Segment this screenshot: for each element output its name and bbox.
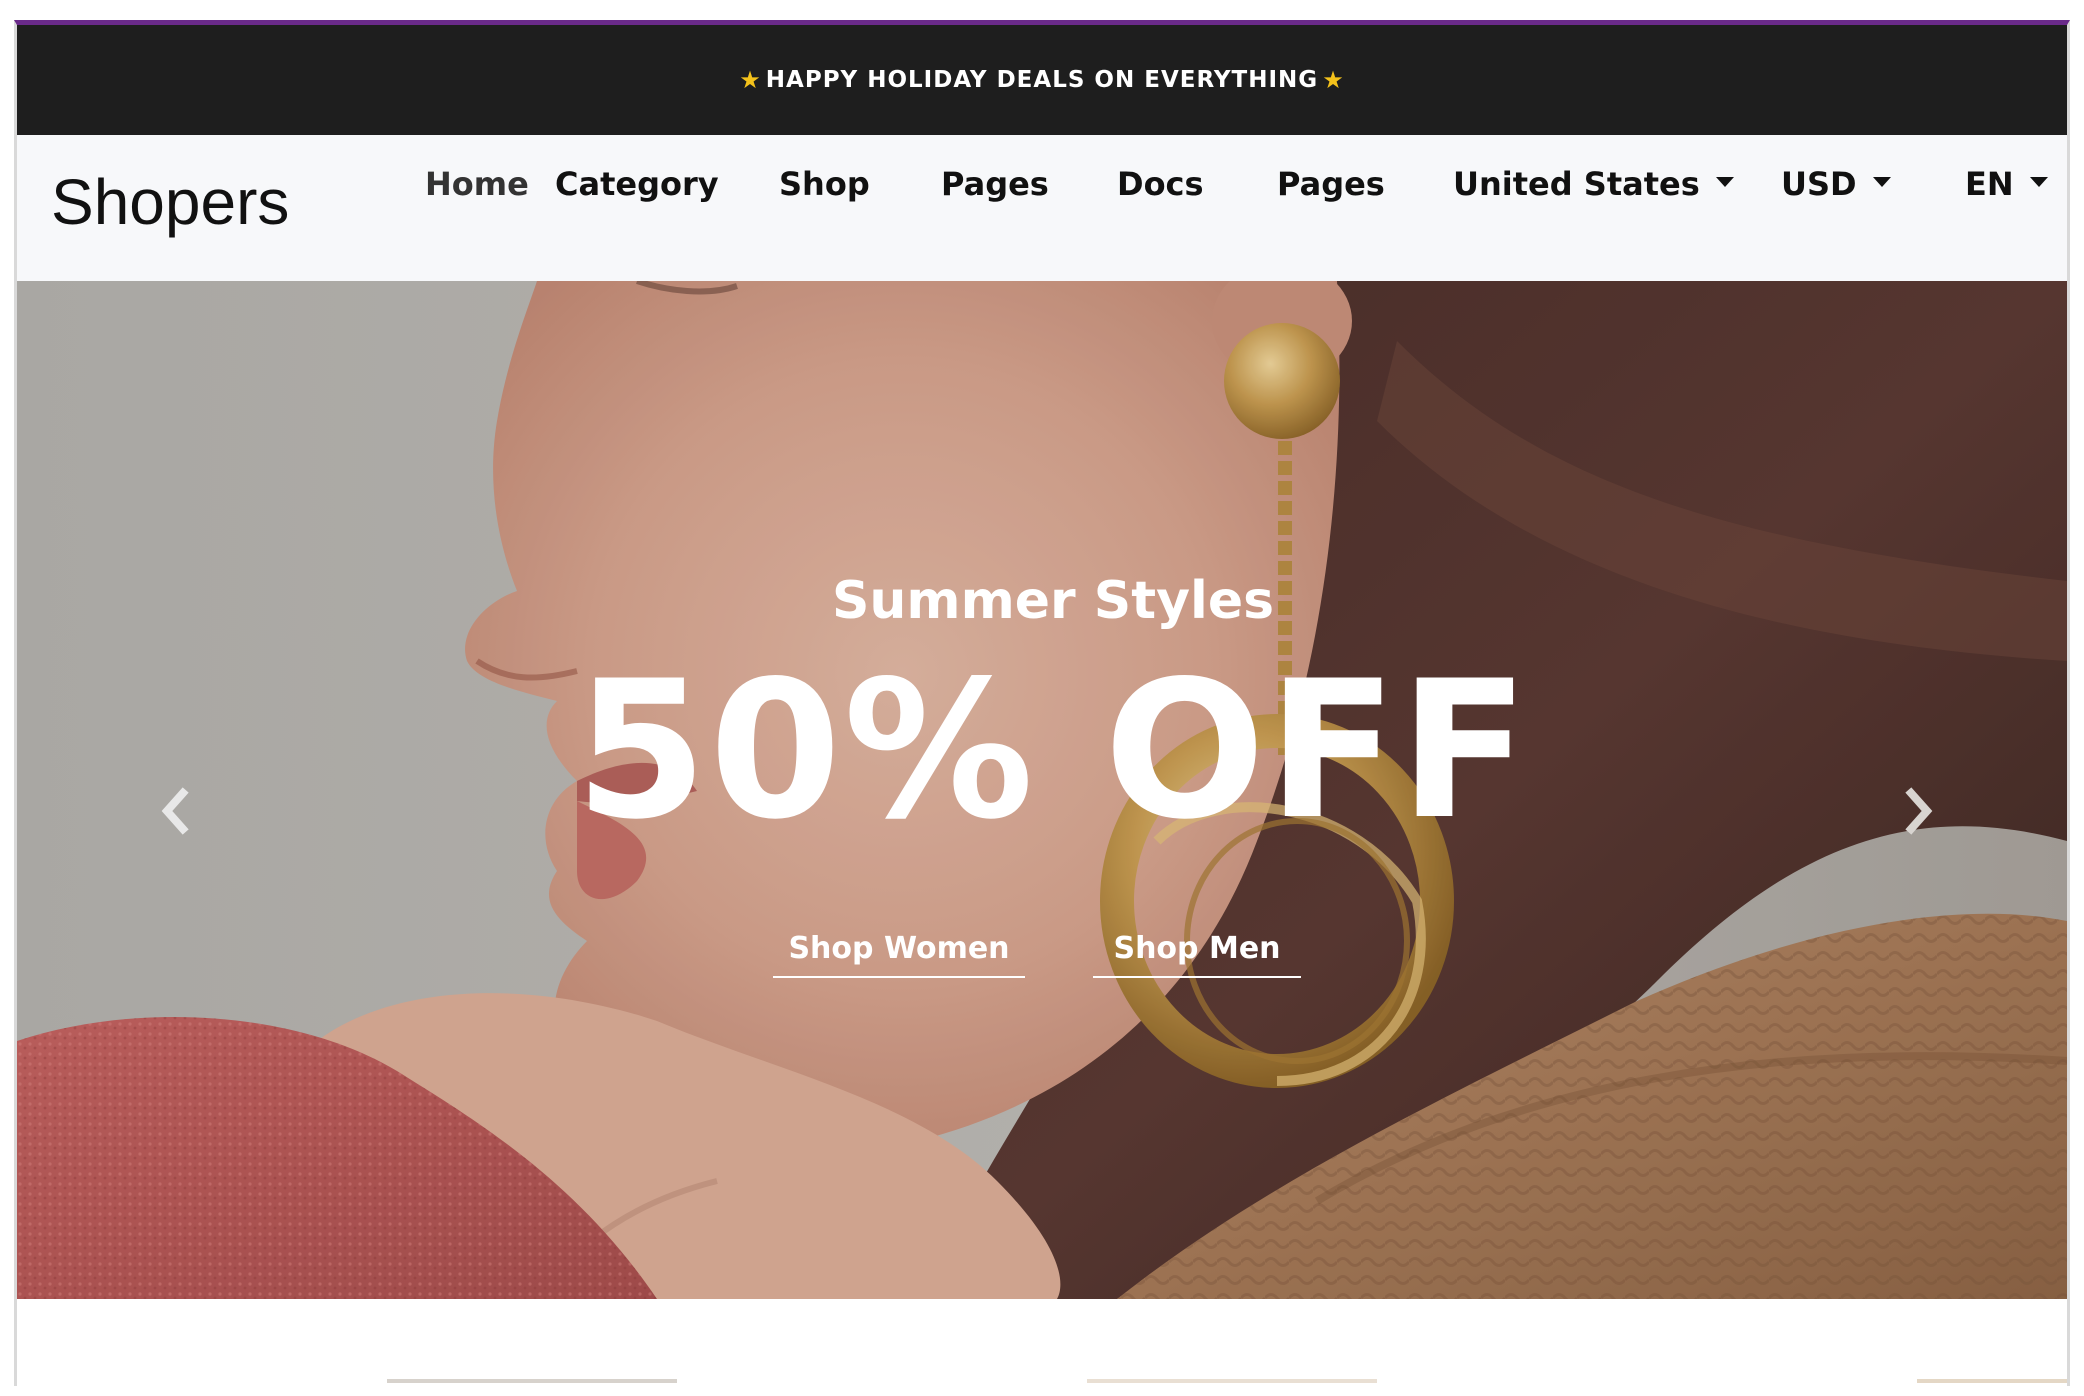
star-icon: ★ — [1322, 66, 1345, 94]
caret-down-icon — [1872, 177, 1891, 187]
brand-logo[interactable]: Shopers — [51, 165, 289, 239]
hero-content: Summer Styles 50% OFF Shop Women Shop Me… — [17, 281, 2067, 1299]
announcement-text: HAPPY HOLIDAY DEALS ON EVERYTHING — [765, 67, 1319, 93]
hero-subtitle: Summer Styles — [831, 571, 1275, 631]
nav-category[interactable]: Category — [555, 165, 719, 203]
hero-headline: 50% OFF — [574, 640, 1532, 861]
product-thumbnail — [1917, 1379, 2067, 1383]
browser-frame: ★ HAPPY HOLIDAY DEALS ON EVERYTHING ★ Sh… — [14, 20, 2070, 1386]
language-dropdown[interactable]: EN — [1965, 165, 2048, 203]
announcement-bar: ★ HAPPY HOLIDAY DEALS ON EVERYTHING ★ — [17, 25, 2067, 135]
product-thumbnail — [387, 1379, 677, 1383]
hero-carousel: Summer Styles 50% OFF Shop Women Shop Me… — [17, 281, 2067, 1299]
chevron-left-icon — [161, 787, 189, 835]
nav-pages[interactable]: Pages — [941, 165, 1049, 203]
country-label: United States — [1453, 165, 1700, 203]
nav-pages-2[interactable]: Pages — [1277, 165, 1385, 203]
shop-women-button[interactable]: Shop Women — [773, 931, 1025, 978]
carousel-prev-button[interactable] — [153, 781, 193, 841]
shop-men-button[interactable]: Shop Men — [1093, 931, 1301, 978]
chevron-right-icon — [1905, 787, 1933, 835]
nav-shop[interactable]: Shop — [779, 165, 870, 203]
currency-label: USD — [1781, 165, 1857, 203]
country-dropdown[interactable]: United States — [1453, 165, 1734, 203]
nav-home[interactable]: Home — [425, 165, 529, 203]
currency-dropdown[interactable]: USD — [1781, 165, 1891, 203]
below-hero-section — [17, 1299, 2067, 1386]
star-icon: ★ — [739, 66, 762, 94]
language-label: EN — [1965, 165, 2014, 203]
product-thumbnail — [1087, 1379, 1377, 1383]
caret-down-icon — [1715, 177, 1734, 187]
caret-down-icon — [2029, 177, 2048, 187]
nav-docs[interactable]: Docs — [1117, 165, 1204, 203]
navbar: Shopers Home Category Shop Pages Docs Pa… — [17, 135, 2067, 281]
carousel-next-button[interactable] — [1901, 781, 1941, 841]
